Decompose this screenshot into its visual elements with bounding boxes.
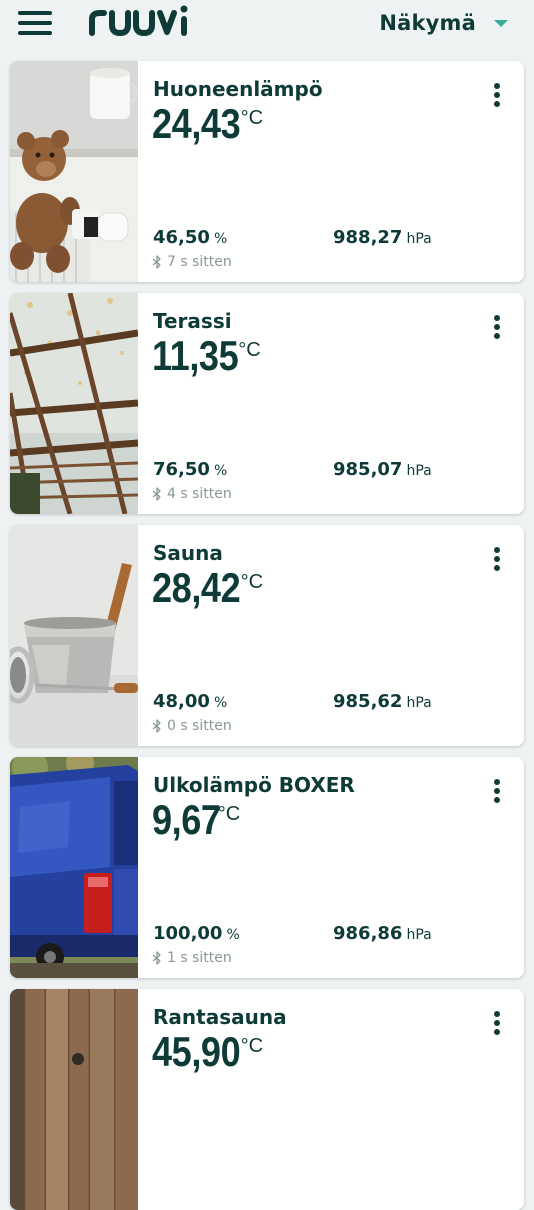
- sensor-card[interactable]: Huoneenlämpö 24,43 °C 46,50% 988,27 hPa 7…: [10, 61, 524, 282]
- view-dropdown[interactable]: Näkymä: [379, 10, 508, 36]
- temperature-unit: °C: [238, 339, 261, 361]
- humidity-unit: %: [213, 463, 228, 479]
- sensor-name: Sauna: [153, 541, 223, 565]
- pressure-unit: hPa: [406, 927, 432, 943]
- humidity-unit: %: [226, 927, 240, 943]
- more-options-icon[interactable]: [492, 315, 502, 339]
- sensor-card[interactable]: Sauna 28,42 °C 48,00% 985,62 hPa 0 s sitt…: [10, 525, 524, 746]
- bluetooth-icon: [152, 255, 161, 269]
- sensor-card[interactable]: Terassi 11,35 °C 76,50% 985,07 hPa 4 s si…: [10, 293, 524, 514]
- sensor-name: Rantasauna: [153, 1005, 287, 1029]
- pressure-value: 985,07: [333, 459, 403, 480]
- more-options-icon[interactable]: [492, 1011, 502, 1035]
- last-updated: 7 s sitten: [152, 254, 232, 270]
- sensor-card[interactable]: Rantasauna 45,90 °C: [10, 989, 524, 1210]
- more-options-icon[interactable]: [492, 779, 502, 803]
- humidity-unit: %: [213, 231, 228, 247]
- humidity-reading: 100,00%: [153, 923, 240, 944]
- pressure-reading: 986,86 hPa: [333, 923, 432, 944]
- pressure-reading: 985,07 hPa: [333, 459, 432, 480]
- last-updated: 4 s sitten: [152, 486, 232, 502]
- humidity-reading: 48,00%: [153, 691, 227, 712]
- temperature-value: 24,43: [152, 100, 241, 147]
- sensor-name: Terassi: [153, 309, 232, 333]
- last-updated-text: 0 s sitten: [167, 718, 232, 734]
- bluetooth-icon: [152, 951, 161, 965]
- temperature-reading: 11,35 °C: [152, 333, 261, 379]
- caret-down-icon: [494, 19, 508, 27]
- temperature-reading: 24,43 °C: [152, 101, 263, 147]
- humidity-value: 100,00: [153, 923, 223, 944]
- sensor-image-wooden-wall: [10, 989, 138, 1210]
- sensor-image-sauna-bucket: [10, 525, 138, 746]
- last-updated-text: 1 s sitten: [167, 950, 232, 966]
- temperature-value: 9,67: [152, 796, 221, 843]
- app-header: Näkymä: [0, 0, 534, 50]
- humidity-value: 76,50: [153, 459, 210, 480]
- humidity-value: 46,50: [153, 227, 210, 248]
- temperature-unit: °C: [240, 571, 264, 593]
- sensor-name: Huoneenlämpö: [153, 77, 323, 101]
- pressure-reading: 988,27 hPa: [333, 227, 432, 248]
- last-updated: 0 s sitten: [152, 718, 232, 734]
- pressure-value: 986,86: [333, 923, 403, 944]
- pressure-value: 985,62: [333, 691, 403, 712]
- pressure-unit: hPa: [406, 231, 432, 247]
- humidity-reading: 46,50%: [153, 227, 227, 248]
- temperature-reading: 45,90 °C: [152, 1029, 263, 1075]
- temperature-unit: °C: [240, 107, 264, 129]
- last-updated-text: 7 s sitten: [167, 254, 232, 270]
- pressure-unit: hPa: [406, 695, 432, 711]
- more-options-icon[interactable]: [492, 547, 502, 571]
- temperature-value: 11,35: [152, 332, 239, 379]
- bluetooth-icon: [152, 487, 161, 501]
- view-dropdown-label: Näkymä: [379, 11, 476, 35]
- temperature-reading: 28,42 °C: [152, 565, 263, 611]
- bluetooth-icon: [152, 719, 161, 733]
- temperature-reading: 9,67 °C: [152, 797, 240, 843]
- ruuvi-logo: [89, 5, 188, 36]
- sensor-image-blue-van: [10, 757, 138, 978]
- sensor-image-teddy-bear: [10, 61, 138, 282]
- temperature-unit: °C: [240, 1035, 264, 1057]
- sensor-name: Ulkolämpö BOXER: [153, 773, 355, 797]
- pressure-unit: hPa: [406, 463, 432, 479]
- pressure-reading: 985,62 hPa: [333, 691, 432, 712]
- pressure-value: 988,27: [333, 227, 403, 248]
- temperature-value: 28,42: [152, 564, 241, 611]
- humidity-reading: 76,50%: [153, 459, 227, 480]
- temperature-unit: °C: [217, 803, 241, 825]
- last-updated-text: 4 s sitten: [167, 486, 232, 502]
- temperature-value: 45,90: [152, 1028, 241, 1075]
- sensor-image-terrace: [10, 293, 138, 514]
- menu-icon[interactable]: [18, 11, 52, 35]
- more-options-icon[interactable]: [492, 83, 502, 107]
- humidity-value: 48,00: [153, 691, 210, 712]
- last-updated: 1 s sitten: [152, 950, 232, 966]
- humidity-unit: %: [213, 695, 228, 711]
- sensor-card[interactable]: Ulkolämpö BOXER 9,67 °C 100,00% 986,86 hP…: [10, 757, 524, 978]
